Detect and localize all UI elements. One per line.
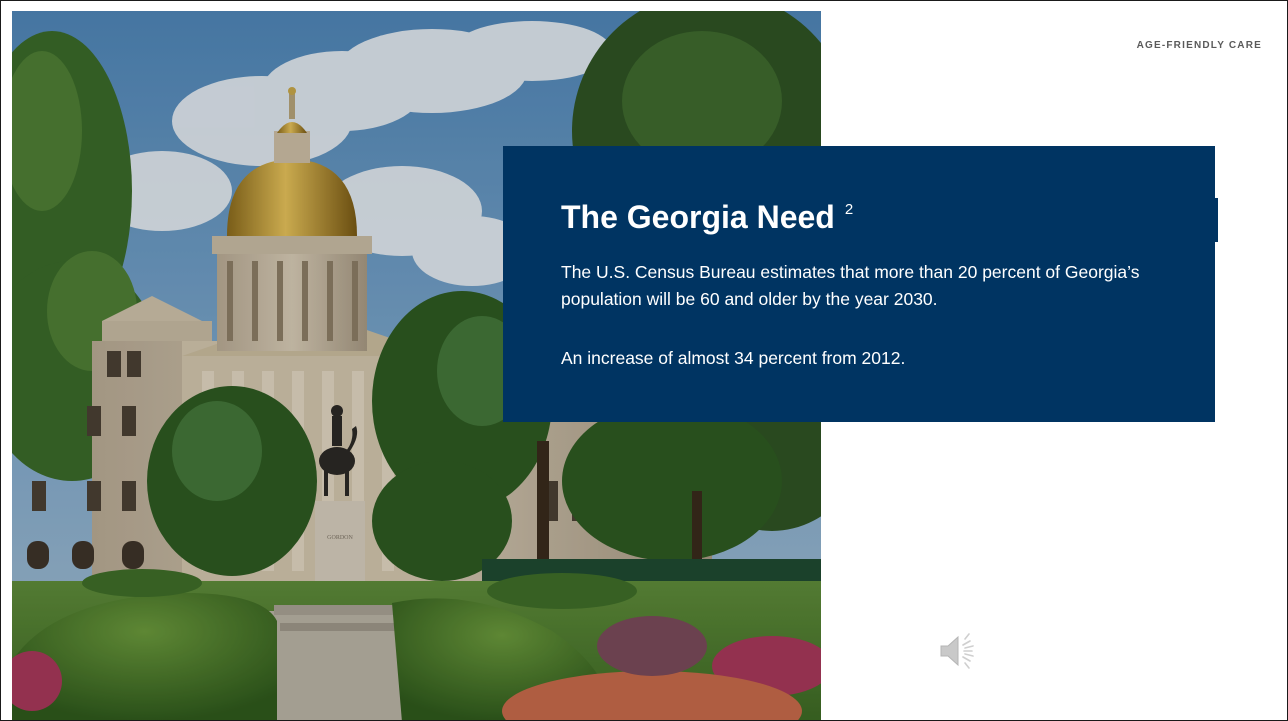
info-panel: The Georgia Need 2 The U.S. Census Bureau… [503,146,1218,422]
slide-title: The Georgia Need 2 [561,199,853,236]
slide: GORDON AGE-FRIENDLY CARE The Georgia Nee… [0,0,1288,721]
footnote-marker: 2 [844,201,854,218]
brand-label: AGE-FRIENDLY CARE [1136,40,1262,51]
title-text: The Georgia Need [561,199,835,235]
panel-accent [1215,198,1218,242]
body-paragraph-1: The U.S. Census Bureau estimates that mo… [561,262,1140,309]
body-paragraph-2: An increase of almost 34 percent from 20… [561,348,906,368]
speaker-icon[interactable] [939,631,983,671]
